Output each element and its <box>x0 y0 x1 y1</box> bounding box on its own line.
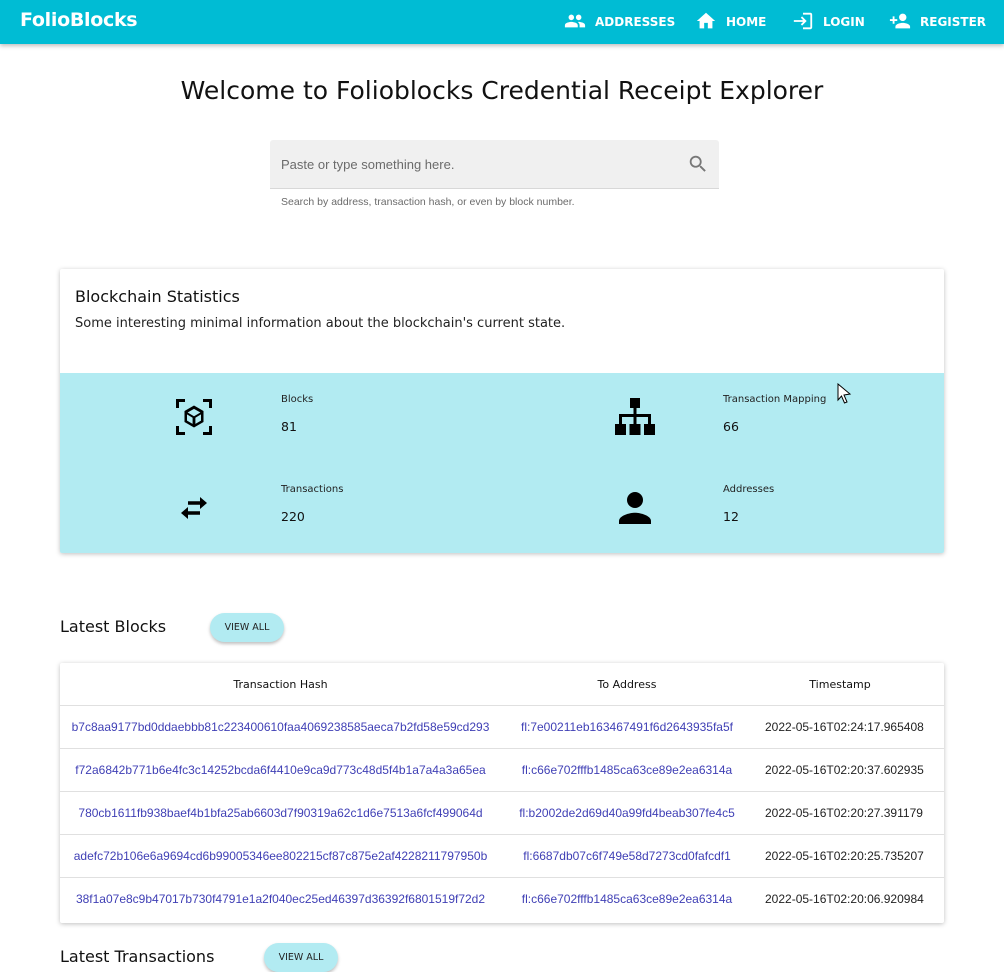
stat-blocks-label: Blocks <box>281 394 314 405</box>
table-row[interactable]: 38f1a07e8c9b47017b730f4791e1a2f040ec25ed… <box>60 878 944 921</box>
home-icon <box>695 10 726 35</box>
stat-transactions-label: Transactions <box>281 484 344 495</box>
stats-panel: Blocks 81 Transaction Mapping 66 Transac… <box>60 373 944 553</box>
row-address-link[interactable]: fl:c66e702fffb1485ca63ce89e2ea6314a <box>497 763 757 777</box>
row-timestamp: 2022-05-16T02:20:37.602935 <box>765 763 924 777</box>
mouse-cursor-icon <box>836 382 852 405</box>
search-helper-text: Search by address, transaction hash, or … <box>281 196 575 208</box>
column-header-timestamp: Timestamp <box>809 678 871 691</box>
row-hash-link[interactable]: adefc72b106e6a9694cd6b99005346ee802215cf… <box>60 849 501 863</box>
person-icon <box>614 487 656 529</box>
row-timestamp: 2022-05-16T02:24:17.965408 <box>765 720 924 734</box>
stat-mapping-value: 66 <box>723 419 739 434</box>
cube-scan-icon <box>173 396 215 438</box>
swap-arrows-icon <box>173 487 215 529</box>
nav-addresses-label: ADDRESSES <box>595 15 676 29</box>
nav-register[interactable]: REGISTER <box>889 0 986 44</box>
nav-addresses[interactable]: ADDRESSES <box>564 0 675 44</box>
person-add-icon <box>889 10 920 35</box>
latest-blocks-title: Latest Blocks <box>60 617 167 636</box>
stat-addresses-value: 12 <box>723 509 739 524</box>
sitemap-icon <box>614 396 656 438</box>
stats-subtitle: Some interesting minimal information abo… <box>75 316 566 331</box>
search-field <box>270 140 719 189</box>
table-row[interactable]: b7c8aa9177bd0ddaebbb81c223400610faa40692… <box>60 706 944 749</box>
stat-blocks-value: 81 <box>281 419 297 434</box>
page-title: Welcome to Folioblocks Credential Receip… <box>180 76 824 105</box>
blockchain-statistics-card: Blockchain Statistics Some interesting m… <box>60 269 944 553</box>
row-timestamp: 2022-05-16T02:20:27.391179 <box>765 806 923 820</box>
row-timestamp: 2022-05-16T02:20:06.920984 <box>765 892 924 906</box>
search-icon[interactable] <box>687 153 709 175</box>
row-timestamp: 2022-05-16T02:20:25.735207 <box>765 849 924 863</box>
row-address-link[interactable]: fl:c66e702fffb1485ca63ce89e2ea6314a <box>497 892 757 906</box>
stat-addresses-label: Addresses <box>723 484 775 495</box>
latest-transactions-title: Latest Transactions <box>60 947 215 966</box>
brand-logo[interactable]: FolioBlocks <box>20 9 138 31</box>
view-all-transactions-button[interactable]: VIEW ALL <box>264 943 338 972</box>
column-header-to-address: To Address <box>597 678 657 691</box>
people-icon <box>564 10 595 35</box>
view-all-blocks-button[interactable]: VIEW ALL <box>210 613 284 642</box>
stat-mapping-label: Transaction Mapping <box>723 394 827 405</box>
row-hash-link[interactable]: 780cb1611fb938baef4b1bfa25ab6603d7f90319… <box>60 806 501 820</box>
stat-transactions-value: 220 <box>281 509 305 524</box>
nav-register-label: REGISTER <box>920 15 987 29</box>
login-icon <box>792 10 823 35</box>
row-address-link[interactable]: fl:7e00211eb163467491f6d2643935fa5f <box>497 720 757 734</box>
row-address-link[interactable]: fl:6687db07c6f749e58d7273cd0fafcdf1 <box>497 849 757 863</box>
row-address-link[interactable]: fl:b2002de2d69d40a99fd4beab307fe4c5 <box>497 806 757 820</box>
nav-login-label: LOGIN <box>823 15 865 29</box>
stats-title: Blockchain Statistics <box>75 287 240 306</box>
table-row[interactable]: 780cb1611fb938baef4b1bfa25ab6603d7f90319… <box>60 792 944 835</box>
nav-login[interactable]: LOGIN <box>792 0 865 44</box>
top-navbar: FolioBlocks ADDRESSES HOME LOGIN REGISTE… <box>0 0 1004 44</box>
column-header-hash: Transaction Hash <box>233 678 328 691</box>
table-row[interactable]: f72a6842b771b6e4fc3c14252bcda6f4410e9ca9… <box>60 749 944 792</box>
row-hash-link[interactable]: 38f1a07e8c9b47017b730f4791e1a2f040ec25ed… <box>60 892 501 906</box>
row-hash-link[interactable]: b7c8aa9177bd0ddaebbb81c223400610faa40692… <box>60 720 501 734</box>
nav-home[interactable]: HOME <box>695 0 766 44</box>
table-header: Transaction Hash To Address Timestamp <box>60 663 944 706</box>
table-row[interactable]: adefc72b106e6a9694cd6b99005346ee802215cf… <box>60 835 944 878</box>
latest-blocks-table: Transaction Hash To Address Timestamp b7… <box>60 663 944 923</box>
search-input[interactable] <box>270 140 670 188</box>
nav-home-label: HOME <box>726 15 767 29</box>
row-hash-link[interactable]: f72a6842b771b6e4fc3c14252bcda6f4410e9ca9… <box>60 763 501 777</box>
